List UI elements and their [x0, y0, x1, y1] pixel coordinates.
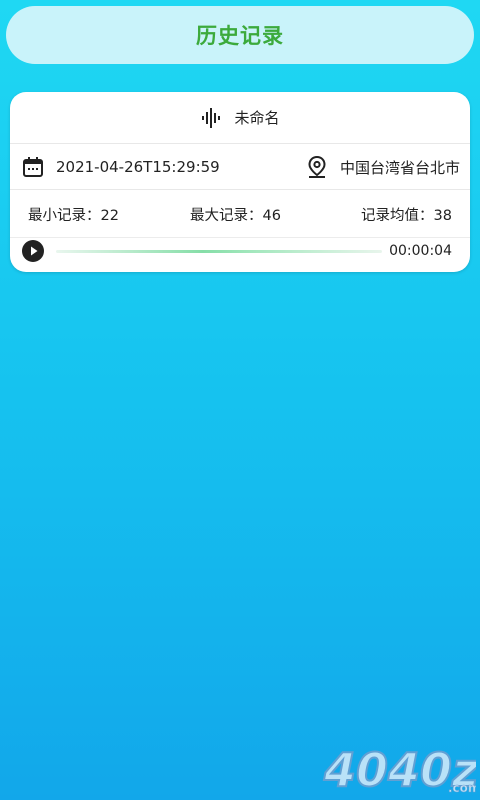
record-meta-row: 2021-04-26T15:29:59 中国台湾省台北市 [10, 144, 470, 190]
location-pin-icon [308, 156, 326, 178]
record-datetime: 2021-04-26T15:29:59 [56, 158, 220, 176]
record-datetime-group: 2021-04-26T15:29:59 [22, 144, 220, 190]
header-bar: 历史记录 [6, 6, 474, 64]
record-location-group: 中国台湾省台北市 [306, 144, 460, 190]
record-card[interactable]: 未命名 2021-04-26T15:29:59 中国台湾省台北市 最小记录：22… [10, 92, 470, 272]
record-stats-row: 最小记录：22 最大记录：46 记录均值：38 [10, 190, 470, 238]
playback-progress-bar[interactable] [56, 250, 382, 253]
stat-average: 记录均值：38 [361, 207, 452, 224]
play-button[interactable] [22, 240, 44, 262]
audio-player: 00:00:04 [10, 238, 470, 272]
playback-duration: 00:00:04 [389, 243, 452, 259]
play-icon [31, 246, 38, 256]
stat-min: 最小记录：22 [28, 207, 119, 224]
svg-text:.com: .com [448, 781, 476, 795]
record-name: 未命名 [234, 109, 280, 127]
record-title-row: 未命名 [10, 92, 470, 144]
stat-max: 最大记录：46 [190, 207, 281, 224]
page-title: 历史记录 [196, 24, 284, 48]
sound-wave-icon [202, 107, 221, 128]
record-location: 中国台湾省台北市 [339, 158, 460, 177]
calendar-icon [23, 157, 43, 177]
watermark-logo: 4040z .com [322, 742, 476, 796]
